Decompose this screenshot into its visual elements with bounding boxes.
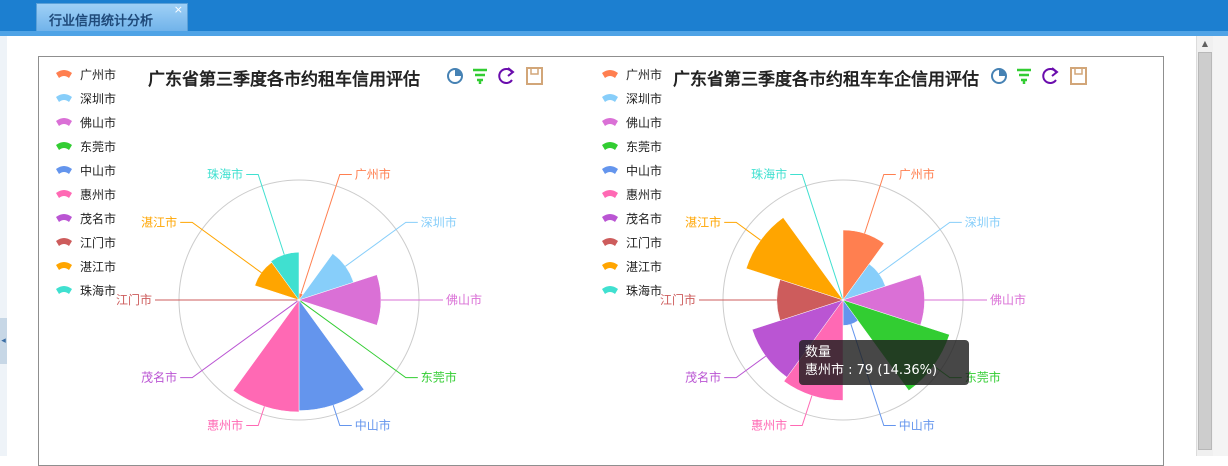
slice-label: 湛江市 <box>685 214 721 229</box>
funnel-icon[interactable] <box>1017 68 1031 84</box>
legend-swatch[interactable] <box>56 238 72 246</box>
legend-swatch[interactable] <box>56 142 72 150</box>
legend-swatch[interactable] <box>56 70 72 78</box>
legend-item[interactable]: 中山市 <box>80 163 116 178</box>
tooltip-line: 惠州市 : 79 (14.36%) <box>805 363 938 378</box>
legend-item[interactable]: 广州市 <box>626 67 662 82</box>
legend-swatch[interactable] <box>56 262 72 270</box>
legend-item[interactable]: 茂名市 <box>626 211 662 226</box>
legend-item[interactable]: 湛江市 <box>80 259 116 274</box>
legend-item[interactable]: 佛山市 <box>626 115 662 130</box>
slice-label: 茂名市 <box>685 370 721 385</box>
legend-item[interactable]: 东莞市 <box>626 139 662 154</box>
legend-item[interactable]: 东莞市 <box>80 139 116 154</box>
slice-label: 湛江市 <box>141 214 177 229</box>
label-line <box>345 221 418 267</box>
legend-swatch[interactable] <box>602 142 618 150</box>
legend-swatch[interactable] <box>602 262 618 270</box>
funnel-icon[interactable] <box>473 68 487 84</box>
refresh-icon[interactable] <box>498 67 515 84</box>
tooltip: 数量 惠州市 : 79 (14.36%) <box>799 340 969 385</box>
tooltip-title: 数量 <box>805 345 832 360</box>
legend-swatch[interactable] <box>602 214 618 222</box>
chart-title: 广东省第三季度各市约租车信用评估 <box>148 69 420 90</box>
legend-item[interactable]: 广州市 <box>80 67 116 82</box>
legend-item[interactable]: 江门市 <box>626 235 662 250</box>
legend-swatch[interactable] <box>602 70 618 78</box>
slice-label: 佛山市 <box>990 292 1026 307</box>
slice-label: 深圳市 <box>965 214 1001 229</box>
legend-swatch[interactable] <box>602 286 618 294</box>
slice-label: 惠州市 <box>207 418 243 433</box>
legend-item[interactable]: 惠州市 <box>80 187 116 202</box>
slice-label: 广州市 <box>899 167 935 182</box>
save-icon[interactable] <box>526 67 543 85</box>
legend-item[interactable]: 珠海市 <box>626 283 662 298</box>
legend-item[interactable]: 江门市 <box>80 235 116 250</box>
slice-label: 佛山市 <box>446 292 482 307</box>
slice-label: 珠海市 <box>207 167 243 182</box>
slice-label: 惠州市 <box>751 418 787 433</box>
label-line <box>724 221 761 241</box>
charts-canvas: 广州市深圳市佛山市东莞市中山市惠州市茂名市江门市湛江市珠海市广州市深圳市佛山市东… <box>56 67 1087 433</box>
legend-swatch[interactable] <box>602 238 618 246</box>
pie-slice[interactable] <box>232 299 300 413</box>
label-line <box>790 395 813 426</box>
scroll-up-icon[interactable]: ▲ <box>1197 36 1213 52</box>
slice-label: 中山市 <box>355 418 391 433</box>
slice-label: 江门市 <box>660 292 696 307</box>
slice-label: 东莞市 <box>965 370 1001 385</box>
legend-swatch[interactable] <box>56 166 72 174</box>
legend-item[interactable]: 茂名市 <box>80 211 116 226</box>
slice-label: 广州市 <box>355 167 391 182</box>
label-line <box>246 174 285 255</box>
legend-swatch[interactable] <box>602 118 618 126</box>
label-line <box>180 221 262 274</box>
label-line <box>724 355 767 379</box>
legend-swatch[interactable] <box>56 214 72 222</box>
legend-item[interactable]: 湛江市 <box>626 259 662 274</box>
legend-swatch[interactable] <box>56 94 72 102</box>
chart-credit: 广州市深圳市佛山市东莞市中山市惠州市茂名市江门市湛江市珠海市广州市深圳市佛山市东… <box>56 67 543 433</box>
vertical-scrollbar[interactable]: ▲ <box>1196 36 1213 456</box>
legend-swatch[interactable] <box>602 166 618 174</box>
label-line <box>878 221 962 275</box>
chart-title: 广东省第三季度各市约租车车企信用评估 <box>673 69 979 90</box>
pie-toggle-icon-fill <box>999 69 1006 76</box>
slice-label: 珠海市 <box>751 167 787 182</box>
save-icon[interactable] <box>1070 67 1087 85</box>
legend-swatch[interactable] <box>56 190 72 198</box>
scroll-thumb[interactable] <box>1198 52 1212 450</box>
pie-toggle-icon-fill <box>455 69 462 76</box>
legend-item[interactable]: 佛山市 <box>80 115 116 130</box>
legend-swatch[interactable] <box>56 118 72 126</box>
legend-item[interactable]: 惠州市 <box>626 187 662 202</box>
legend-swatch[interactable] <box>56 286 72 294</box>
slice-label: 东莞市 <box>421 370 457 385</box>
legend-swatch[interactable] <box>602 190 618 198</box>
label-line <box>332 405 352 426</box>
legend-item[interactable]: 珠海市 <box>80 283 116 298</box>
slice-label: 深圳市 <box>421 214 457 229</box>
legend-item[interactable]: 深圳市 <box>626 91 662 106</box>
legend-swatch[interactable] <box>602 94 618 102</box>
slice-label: 茂名市 <box>141 370 177 385</box>
slice-label: 江门市 <box>116 292 152 307</box>
refresh-icon[interactable] <box>1042 67 1059 84</box>
right-gutter <box>1213 36 1228 456</box>
legend-item[interactable]: 深圳市 <box>80 91 116 106</box>
slice-label: 中山市 <box>899 418 935 433</box>
legend-item[interactable]: 中山市 <box>626 163 662 178</box>
